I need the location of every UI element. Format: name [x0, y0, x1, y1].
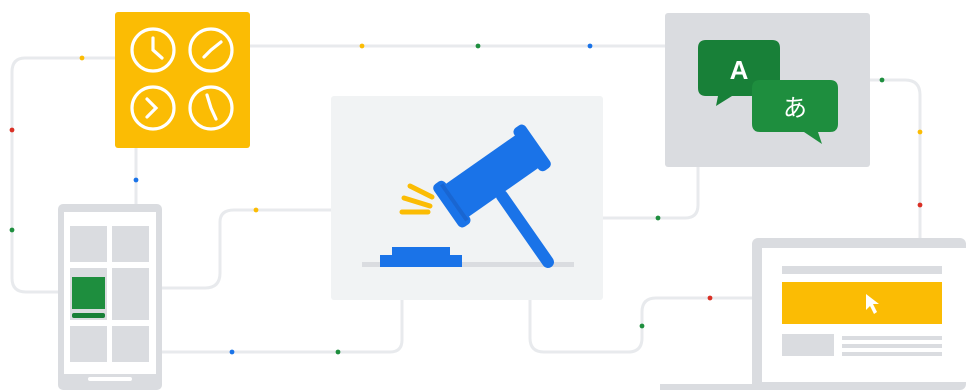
illustration: A あ: [0, 0, 966, 390]
clock-grid-icon: [115, 12, 250, 148]
translate-icon: A あ: [665, 13, 870, 167]
mobile-phone-icon: [58, 204, 162, 390]
illustration-canvas: A あ: [9, 12, 966, 390]
gavel-icon: [331, 96, 603, 300]
laptop-icon: [660, 238, 966, 390]
translate-japanese-letter: あ: [783, 94, 807, 122]
translate-latin-letter: A: [730, 55, 749, 85]
